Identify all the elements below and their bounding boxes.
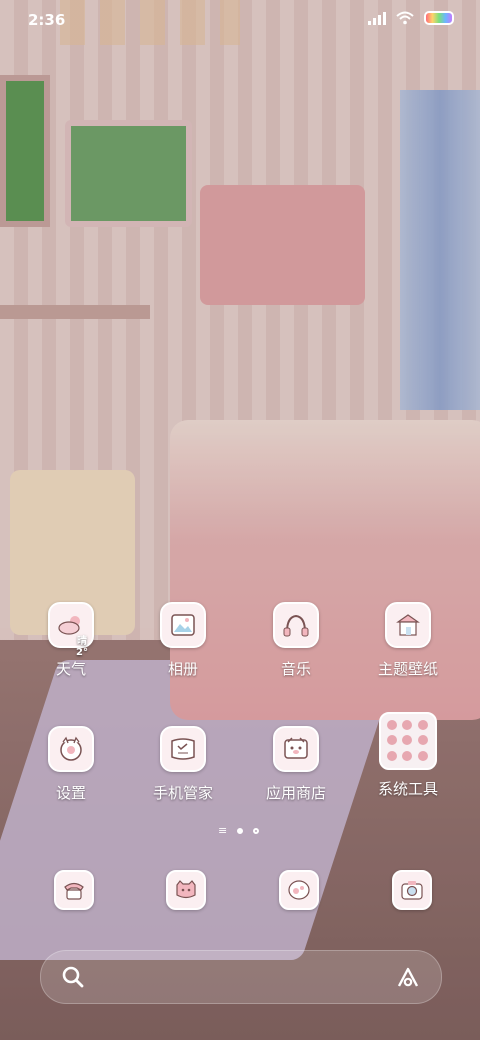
app-label: 相册 (167, 660, 198, 678)
app-gallery[interactable]: 相册 (128, 602, 238, 679)
browser-icon[interactable] (279, 870, 319, 910)
app-label: 应用商店 (265, 784, 326, 802)
battery-icon (424, 11, 454, 25)
app-label: 音乐 (280, 660, 311, 678)
weather-icon: 晴 2° (48, 602, 94, 658)
status-bar: 2:36 (0, 0, 480, 40)
app-label: 主题壁纸 (377, 660, 438, 678)
menu-icon: ≡ (218, 824, 228, 837)
theme-icon (385, 602, 431, 648)
status-icons (368, 11, 454, 25)
app-store-icon (273, 726, 319, 772)
app-settings[interactable]: 设置 (16, 726, 126, 803)
page-indicator[interactable]: ≡ (218, 824, 260, 837)
app-label: 手机管家 (152, 784, 213, 802)
music-icon (273, 602, 319, 648)
phone-icon[interactable] (54, 870, 94, 910)
app-music[interactable]: 音乐 (241, 602, 351, 679)
security-icon (160, 726, 206, 772)
app-theme[interactable]: 主题壁纸 (353, 602, 463, 679)
app-label: 系统工具 (377, 780, 438, 798)
app-weather[interactable]: 晴 2° 天气 (16, 602, 126, 679)
weather-temp: 晴 2° (76, 636, 88, 658)
page-dot (237, 827, 244, 834)
status-time: 2:36 (28, 11, 66, 29)
messages-icon[interactable] (166, 870, 206, 910)
app-label: 设置 (55, 784, 86, 802)
search-icon[interactable] (61, 965, 85, 989)
app-label: 天气 (55, 660, 86, 678)
app-store[interactable]: 应用商店 (241, 726, 351, 803)
settings-icon (48, 726, 94, 772)
app-system-tools-folder[interactable]: 系统工具 (353, 712, 463, 799)
assistant-icon[interactable] (395, 965, 421, 989)
folder-icon (379, 712, 437, 770)
search-bar[interactable] (40, 950, 442, 1004)
page-dot (253, 827, 260, 834)
wifi-icon (396, 11, 414, 25)
app-security[interactable]: 手机管家 (128, 726, 238, 803)
camera-icon[interactable] (392, 870, 432, 910)
signal-icon (368, 11, 386, 25)
gallery-icon (160, 602, 206, 648)
